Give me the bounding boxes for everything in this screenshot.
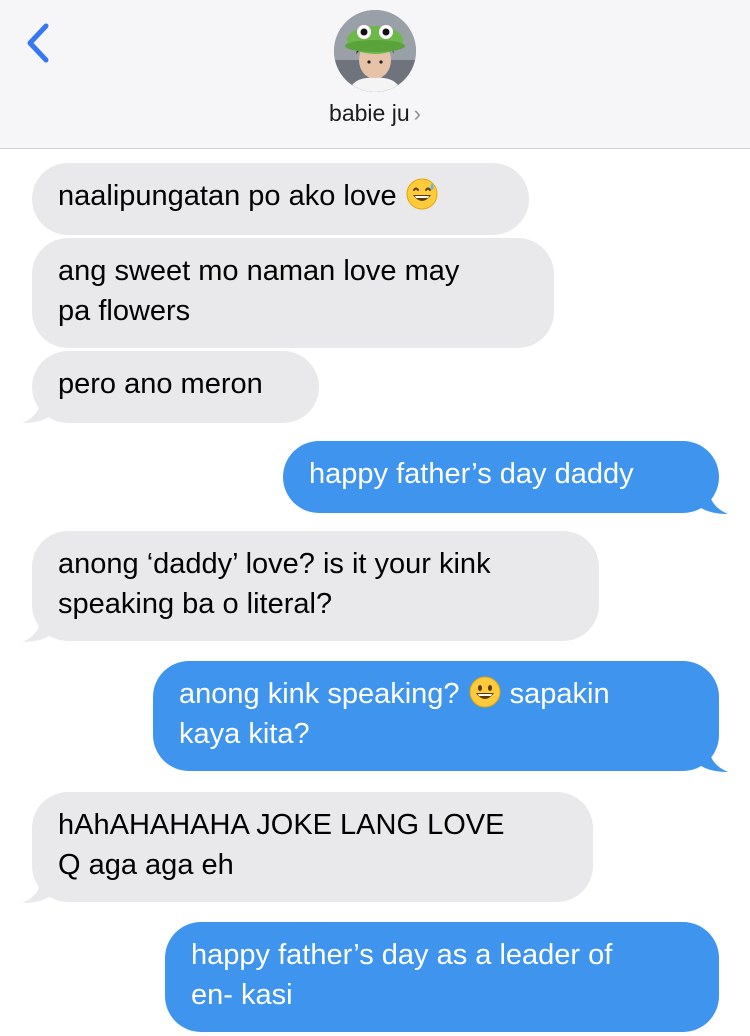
message-bubble-incoming[interactable]: ang sweet mo naman love may pa flowers [32,238,554,348]
contact-name-button[interactable]: babie ju › [0,100,750,127]
message-bubble-outgoing[interactable]: happy father’s day daddy [283,441,719,513]
message-text: naalipungatan po ako love [58,180,397,212]
message-bubble-incoming[interactable]: anong ‘daddy’ love? is it your kink spea… [32,531,599,641]
message-text-line: hAhAHAHAHA JOKE LANG LOVE [58,809,505,841]
message-text: sapakin [509,678,610,710]
bubble-tail [22,612,56,642]
message-text: happy father’s day daddy [309,458,634,490]
message-bubble-outgoing[interactable]: happy father’s day as a leader of en- ka… [165,922,719,1032]
message-text-line: ang sweet mo naman love may [58,255,460,287]
avatar-image [334,10,416,92]
message-bubble-incoming[interactable]: naalipungatan po ako love [32,163,529,235]
bubble-tail [694,484,728,514]
message-text-line: speaking ba o literal? [58,588,333,620]
message-bubble-incoming[interactable]: hAhAHAHAHA JOKE LANG LOVE Q aga aga eh [32,792,593,902]
message-text-line: anong ‘daddy’ love? is it your kink [58,548,491,580]
message-bubble-incoming[interactable]: pero ano meron [32,351,319,423]
grinning-sweat-emoji-icon [406,178,438,210]
bubble-tail [22,393,56,423]
contact-avatar[interactable] [334,10,416,92]
message-text-line: Q aga aga eh [58,849,234,881]
message-text: anong kink speaking? [179,678,460,710]
back-button[interactable] [18,18,62,68]
message-text-line: happy father’s day as a leader of [191,939,613,971]
bubble-tail [694,742,728,772]
contact-name: babie ju [329,100,410,126]
grinning-emoji-icon [469,676,501,708]
message-text-line: pa flowers [58,295,191,327]
chevron-left-icon [27,23,49,63]
message-text: pero ano meron [58,368,263,400]
message-bubble-outgoing[interactable]: anong kink speaking? sapakin kaya kita? [153,661,719,771]
message-thread[interactable]: naalipungatan po ako love ang sweet mo n… [0,149,750,1036]
conversation-header: babie ju › [0,0,750,149]
bubble-tail [22,873,56,903]
message-text-line: en- kasi [191,979,293,1011]
chevron-right-icon: › [413,101,421,126]
message-text-line: kaya kita? [179,718,310,750]
